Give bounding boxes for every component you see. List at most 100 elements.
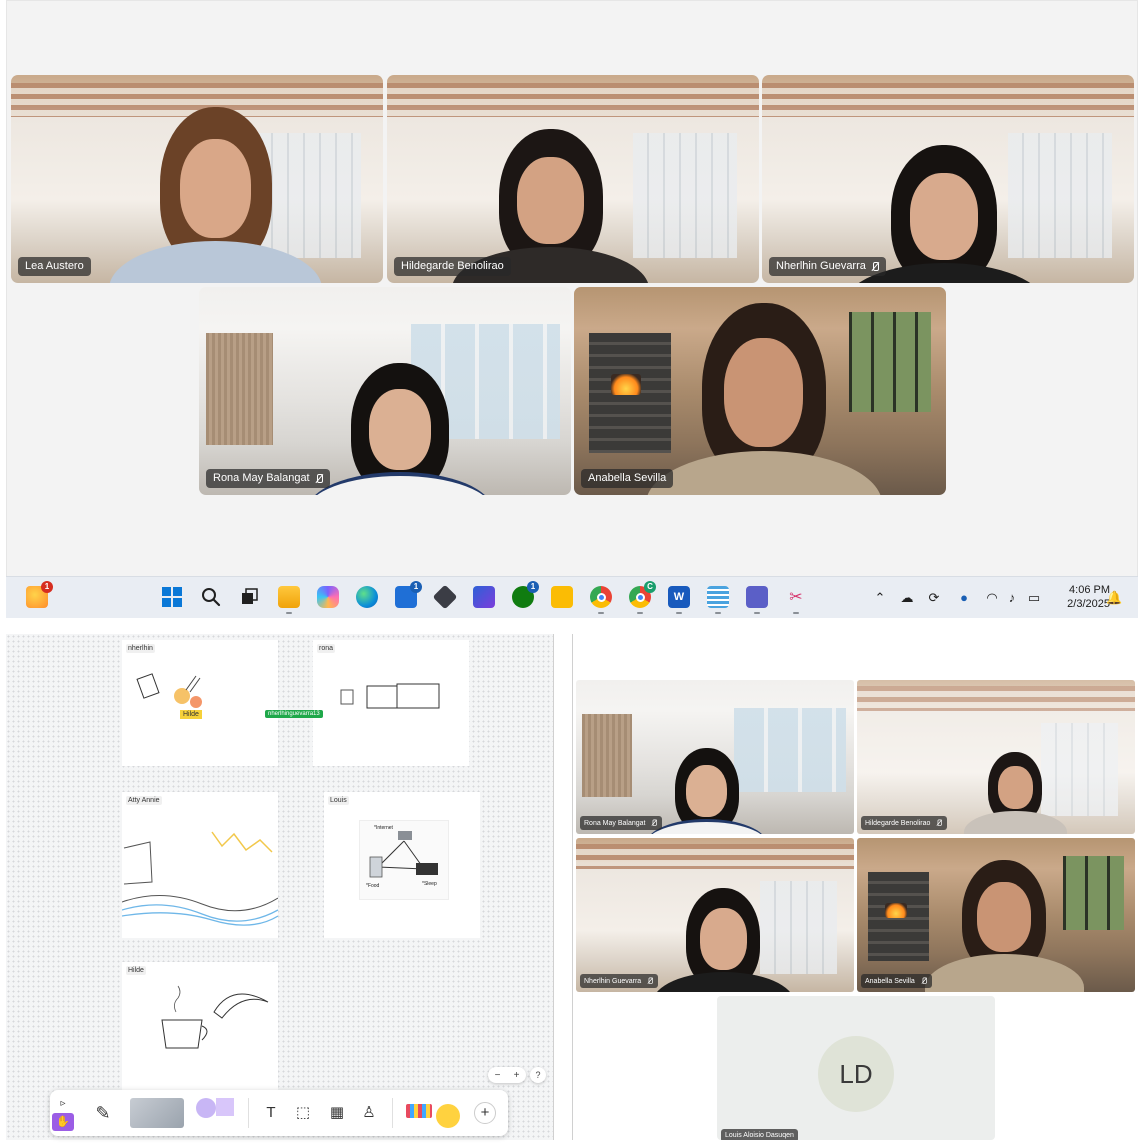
participant-name-tag: Hildegarde Benolirao <box>394 257 511 276</box>
sticky-note[interactable]: Hilde <box>180 710 202 719</box>
frame-label: Louis <box>328 796 349 805</box>
video-tile-anabella[interactable]: Anabella Sevilla <box>574 287 946 495</box>
microphone-icon[interactable]: ● <box>956 590 972 606</box>
chrome-icon[interactable] <box>590 586 612 614</box>
muted-microphone-icon <box>652 819 658 827</box>
video-tile-rona-small[interactable]: Rona May Balangat <box>576 680 854 834</box>
pen-tool-icon[interactable]: ✎ <box>92 1102 114 1124</box>
hand-tool-icon[interactable]: ✋ <box>52 1113 74 1131</box>
participant-video <box>645 748 768 834</box>
taskbar-clock[interactable]: 4:06 PM 2/3/2025 <box>1067 583 1110 611</box>
frame-tool-icon[interactable]: ⬚ <box>292 1102 314 1124</box>
start-icon[interactable] <box>161 586 183 608</box>
frame-drawing <box>136 673 202 708</box>
stickers-tool[interactable] <box>402 1096 466 1130</box>
add-tool-button[interactable]: + <box>474 1102 496 1124</box>
diagram-label: *Food <box>366 883 380 889</box>
clock-time: 4:06 PM <box>1069 584 1110 596</box>
meeting-gallery-view: Lea Austero Hildegarde Benolirao Nherlhi… <box>6 0 1138 618</box>
keep-icon[interactable] <box>551 586 573 608</box>
frame-drawing <box>122 831 278 926</box>
notepad-icon[interactable] <box>707 586 729 614</box>
muted-microphone-icon <box>871 261 879 272</box>
participant-video <box>843 145 1045 283</box>
edge-icon[interactable] <box>356 586 378 608</box>
file-explorer-icon[interactable] <box>278 586 300 614</box>
whiteboard-frame-louis[interactable]: Louis *Internet *Food *Sleep <box>324 792 480 938</box>
frame-drawing <box>340 683 440 709</box>
onedrive-icon[interactable]: ☁ <box>899 590 915 606</box>
zoom-in-button[interactable]: + <box>514 1070 520 1081</box>
meeting-side-panel: Rona May Balangat Hildegarde Benolirao N… <box>572 634 1138 1140</box>
video-tile-nherlhin-small[interactable]: Nherlhin Guevarra <box>576 838 854 992</box>
sticky-notes-tool[interactable] <box>130 1098 184 1128</box>
participant-video <box>924 860 1085 992</box>
participant-name-tag: Anabella Sevilla <box>581 469 674 488</box>
video-tile-hildegarde[interactable]: Hildegarde Benolirao <box>387 75 759 283</box>
battery-icon[interactable]: ▭ <box>1026 590 1042 606</box>
word-icon[interactable]: W <box>668 586 690 614</box>
fireplace <box>884 902 908 919</box>
notification-badge: 1 <box>41 581 53 593</box>
notification-icon[interactable]: 🔔 <box>1106 590 1122 606</box>
video-tile-anabella-small[interactable]: Anabella Sevilla <box>857 838 1135 992</box>
text-tool-icon[interactable]: T <box>260 1102 282 1124</box>
help-button[interactable]: ? <box>530 1067 546 1083</box>
whiteboard-toolbar: ▹ ✋ ✎ T ⬚ ▦ ♙ + <box>50 1090 508 1136</box>
fireplace <box>611 374 641 396</box>
chevron-up-icon[interactable]: ⌃ <box>872 590 888 606</box>
participant-video <box>109 107 322 283</box>
stamp-tool-icon[interactable]: ♙ <box>358 1102 380 1124</box>
participant-video <box>653 888 794 992</box>
participant-name-tag: Nherlhin Guevarra <box>580 974 659 988</box>
teams-icon[interactable] <box>746 586 768 614</box>
diagram-card: *Internet *Food *Sleep <box>359 820 449 900</box>
whiteboard-frame-hilde[interactable]: Hilde <box>122 962 278 1092</box>
whiteboard-frame-atty-annie[interactable]: Atty Annie <box>122 792 278 938</box>
video-tile-nherlhin[interactable]: Nherlhin Guevarra <box>762 75 1134 283</box>
participant-name-tag: Lea Austero <box>18 257 91 276</box>
obsidian-icon[interactable] <box>432 584 458 610</box>
search-icon[interactable] <box>200 586 222 608</box>
video-tile-rona[interactable]: Rona May Balangat <box>199 287 571 495</box>
participant-name-tag: Rona May Balangat <box>206 469 330 488</box>
shapes-tool[interactable] <box>196 1098 238 1128</box>
sync-icon[interactable]: ⟳ <box>926 590 942 606</box>
muted-microphone-icon <box>647 977 654 985</box>
windows-taskbar: 1 1 1 C W ✂ ⌃ ☁ ⟳ ● ◠ ♪ ▭ 4:06 PM 2/3/20… <box>6 576 1138 618</box>
participant-video <box>306 363 493 495</box>
task-view-icon[interactable] <box>239 586 261 608</box>
copilot-icon[interactable] <box>317 586 339 608</box>
snipping-tool-icon[interactable]: ✂ <box>785 586 807 614</box>
whiteboard-frame-nherlhin[interactable]: nherlhin Hilde <box>122 640 278 766</box>
notification-badge: 1 <box>410 581 422 593</box>
participant-name-tag: Louis Aloisio Dasuqen <box>721 1129 798 1140</box>
participant-name-tag: Hildegarde Benolirao <box>861 816 948 830</box>
participant-name-tag: Rona May Balangat <box>580 816 663 830</box>
diagram-label: *Sleep <box>422 881 437 887</box>
frame-drawing <box>161 985 269 1049</box>
notification-badge: 1 <box>527 581 539 593</box>
weather-icon[interactable]: 1 <box>26 581 53 608</box>
muted-microphone-icon <box>937 819 943 827</box>
wifi-icon[interactable]: ◠ <box>984 590 1000 606</box>
select-tool-icon[interactable]: ▹ <box>52 1093 74 1115</box>
xbox-icon[interactable]: 1 <box>512 581 539 608</box>
store-icon[interactable]: 1 <box>395 581 422 608</box>
volume-icon[interactable]: ♪ <box>1004 590 1020 606</box>
video-tile-hildegarde-small[interactable]: Hildegarde Benolirao <box>857 680 1135 834</box>
participant-name-tag: Anabella Sevilla <box>861 974 932 988</box>
muted-microphone-icon <box>315 473 323 484</box>
visual-studio-icon[interactable] <box>473 586 495 608</box>
participant-video <box>645 303 882 495</box>
zoom-out-button[interactable]: − <box>495 1070 501 1081</box>
muted-microphone-icon <box>921 977 927 985</box>
chrome-profile-icon[interactable]: C <box>629 581 656 614</box>
video-tile-louis[interactable]: LD Louis Aloisio Dasuqen <box>717 996 995 1140</box>
zoom-control: − + <box>488 1067 526 1083</box>
whiteboard-frame-rona[interactable]: rona <box>313 640 469 766</box>
participant-video <box>964 752 1067 834</box>
participant-video <box>451 129 650 283</box>
table-tool-icon[interactable]: ▦ <box>326 1102 348 1124</box>
video-tile-lea[interactable]: Lea Austero <box>11 75 383 283</box>
